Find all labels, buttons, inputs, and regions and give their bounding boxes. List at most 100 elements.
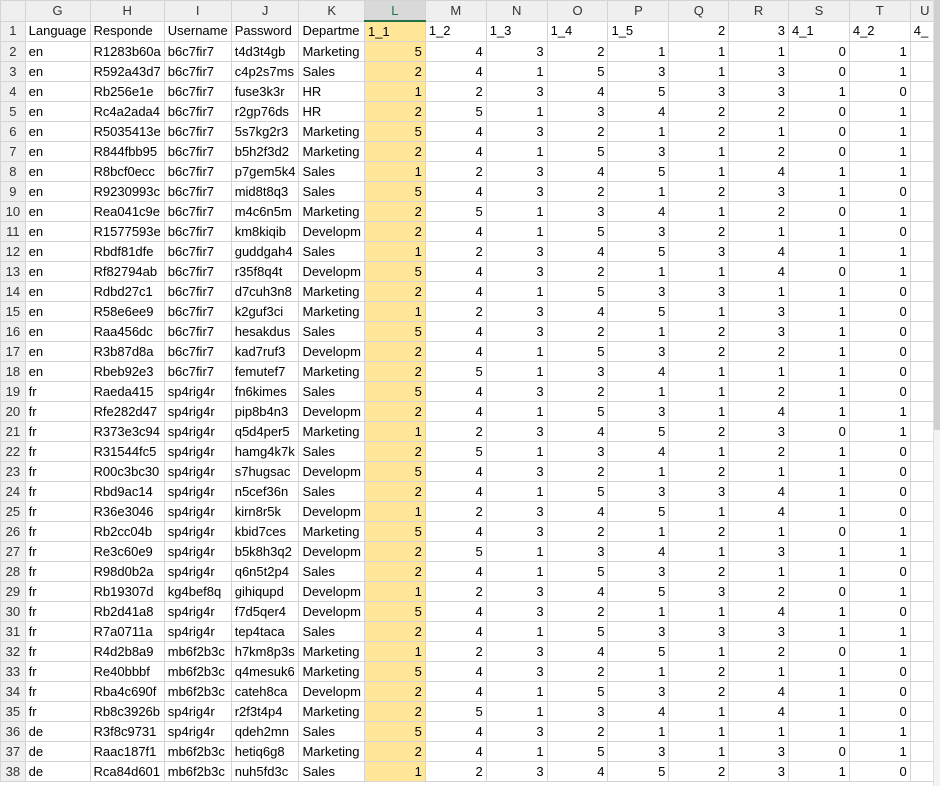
cell[interactable]: R3b87d8a <box>89 341 165 362</box>
cell[interactable]: 5 <box>607 501 670 522</box>
cell[interactable]: 1 <box>728 121 789 142</box>
cell[interactable]: gihiqupd <box>230 581 300 602</box>
cell[interactable]: 5 <box>607 761 670 782</box>
cell[interactable]: 1 <box>787 441 850 462</box>
cell[interactable]: 5 <box>363 721 426 742</box>
cell[interactable]: 1 <box>787 601 850 622</box>
cell[interactable]: 1 <box>848 401 911 422</box>
cell[interactable]: 4 <box>424 621 487 642</box>
cell[interactable]: 2 <box>546 41 609 62</box>
cell[interactable]: 1 <box>728 361 789 382</box>
cell[interactable]: 1 <box>787 541 850 562</box>
cell[interactable]: 5 <box>363 381 426 402</box>
cell[interactable]: 2 <box>363 201 426 222</box>
cell[interactable]: 2 <box>728 201 789 222</box>
cell[interactable]: 5 <box>546 621 609 642</box>
cell[interactable]: mb6f2b3c <box>163 661 232 682</box>
row-header[interactable]: 24 <box>0 481 26 502</box>
cell[interactable]: 2 <box>668 661 730 682</box>
cell[interactable]: R1283b60a <box>89 41 165 62</box>
cell[interactable]: 0 <box>787 121 850 142</box>
cell[interactable]: 1 <box>485 541 548 562</box>
cell[interactable]: 3 <box>485 321 548 342</box>
cell[interactable]: 0 <box>787 41 850 62</box>
cell[interactable]: 4 <box>546 81 609 102</box>
cell[interactable]: 1 <box>485 361 548 382</box>
cell[interactable]: 2 <box>363 441 426 462</box>
cell[interactable]: sp4rig4r <box>163 461 232 482</box>
cell[interactable]: 1 <box>607 261 670 282</box>
cell[interactable]: R844fbb95 <box>89 141 165 162</box>
cell[interactable]: en <box>24 141 91 162</box>
cell[interactable]: 4 <box>424 281 487 302</box>
cell[interactable]: 1 <box>728 461 789 482</box>
cell[interactable]: 4 <box>607 441 670 462</box>
cell[interactable]: 1_5 <box>607 20 670 42</box>
cell[interactable]: Raeda415 <box>89 381 165 402</box>
cell[interactable]: Rb2cc04b <box>89 521 165 542</box>
cell[interactable]: Marketing <box>298 141 365 162</box>
cell[interactable]: 1 <box>668 61 730 82</box>
cell[interactable]: 4 <box>424 521 487 542</box>
cell[interactable]: 3 <box>728 81 789 102</box>
cell[interactable]: 5 <box>607 301 670 322</box>
cell[interactable]: Marketing <box>298 641 365 662</box>
cell[interactable]: Developm <box>298 221 365 242</box>
cell[interactable]: 0 <box>848 301 911 322</box>
cell[interactable]: 5 <box>546 281 609 302</box>
row-header[interactable]: 3 <box>0 61 26 82</box>
row-header[interactable]: 33 <box>0 661 26 682</box>
column-header-j[interactable]: J <box>230 0 300 22</box>
row-header[interactable]: 6 <box>0 121 26 142</box>
cell[interactable]: 2 <box>363 561 426 582</box>
cell[interactable]: b6c7fir7 <box>163 301 232 322</box>
cell[interactable]: 5 <box>424 101 487 122</box>
cell[interactable]: Departme <box>298 20 365 42</box>
cell[interactable]: Marketing <box>298 281 365 302</box>
row-header[interactable]: 38 <box>0 761 26 782</box>
cell[interactable]: 4 <box>728 601 789 622</box>
row-header[interactable]: 31 <box>0 621 26 642</box>
cell[interactable]: b6c7fir7 <box>163 41 232 62</box>
cell[interactable]: 1 <box>728 661 789 682</box>
cell[interactable]: de <box>24 761 91 782</box>
cell[interactable]: 4 <box>424 141 487 162</box>
cell[interactable]: 2 <box>546 381 609 402</box>
cell[interactable]: 1 <box>485 61 548 82</box>
cell[interactable]: 1 <box>485 221 548 242</box>
cell[interactable]: 3 <box>485 41 548 62</box>
row-header[interactable]: 35 <box>0 701 26 722</box>
cell[interactable]: 2 <box>546 521 609 542</box>
column-header-o[interactable]: O <box>546 0 609 22</box>
cell[interactable]: 2 <box>363 741 426 762</box>
cell[interactable]: 0 <box>787 521 850 542</box>
cell[interactable]: Developm <box>298 581 365 602</box>
cell[interactable]: fn6kimes <box>230 381 300 402</box>
cell[interactable]: en <box>24 121 91 142</box>
cell[interactable]: 3 <box>485 241 548 262</box>
cell[interactable]: 1_4 <box>546 20 609 42</box>
cell[interactable]: 0 <box>848 281 911 302</box>
cell[interactable]: R7a0711a <box>89 621 165 642</box>
cell[interactable]: 0 <box>848 181 911 202</box>
cell[interactable]: en <box>24 281 91 302</box>
cell[interactable]: en <box>24 81 91 102</box>
column-header-h[interactable]: H <box>89 0 165 22</box>
cell[interactable]: 1 <box>363 241 426 262</box>
cell[interactable]: sp4rig4r <box>163 701 232 722</box>
row-header[interactable]: 27 <box>0 541 26 562</box>
cell[interactable]: 1 <box>787 381 850 402</box>
cell[interactable]: en <box>24 201 91 222</box>
cell[interactable]: 4 <box>728 401 789 422</box>
cell[interactable]: 2 <box>668 681 730 702</box>
cell[interactable]: 5 <box>363 601 426 622</box>
cell[interactable]: 5 <box>424 201 487 222</box>
cell[interactable]: 2 <box>363 621 426 642</box>
cell[interactable]: 1 <box>607 321 670 342</box>
cell[interactable]: fr <box>24 461 91 482</box>
cell[interactable]: 2 <box>668 521 730 542</box>
cell[interactable]: 1 <box>485 281 548 302</box>
row-header[interactable]: 8 <box>0 161 26 182</box>
cell[interactable]: kbid7ces <box>230 521 300 542</box>
cell[interactable]: 1 <box>787 181 850 202</box>
